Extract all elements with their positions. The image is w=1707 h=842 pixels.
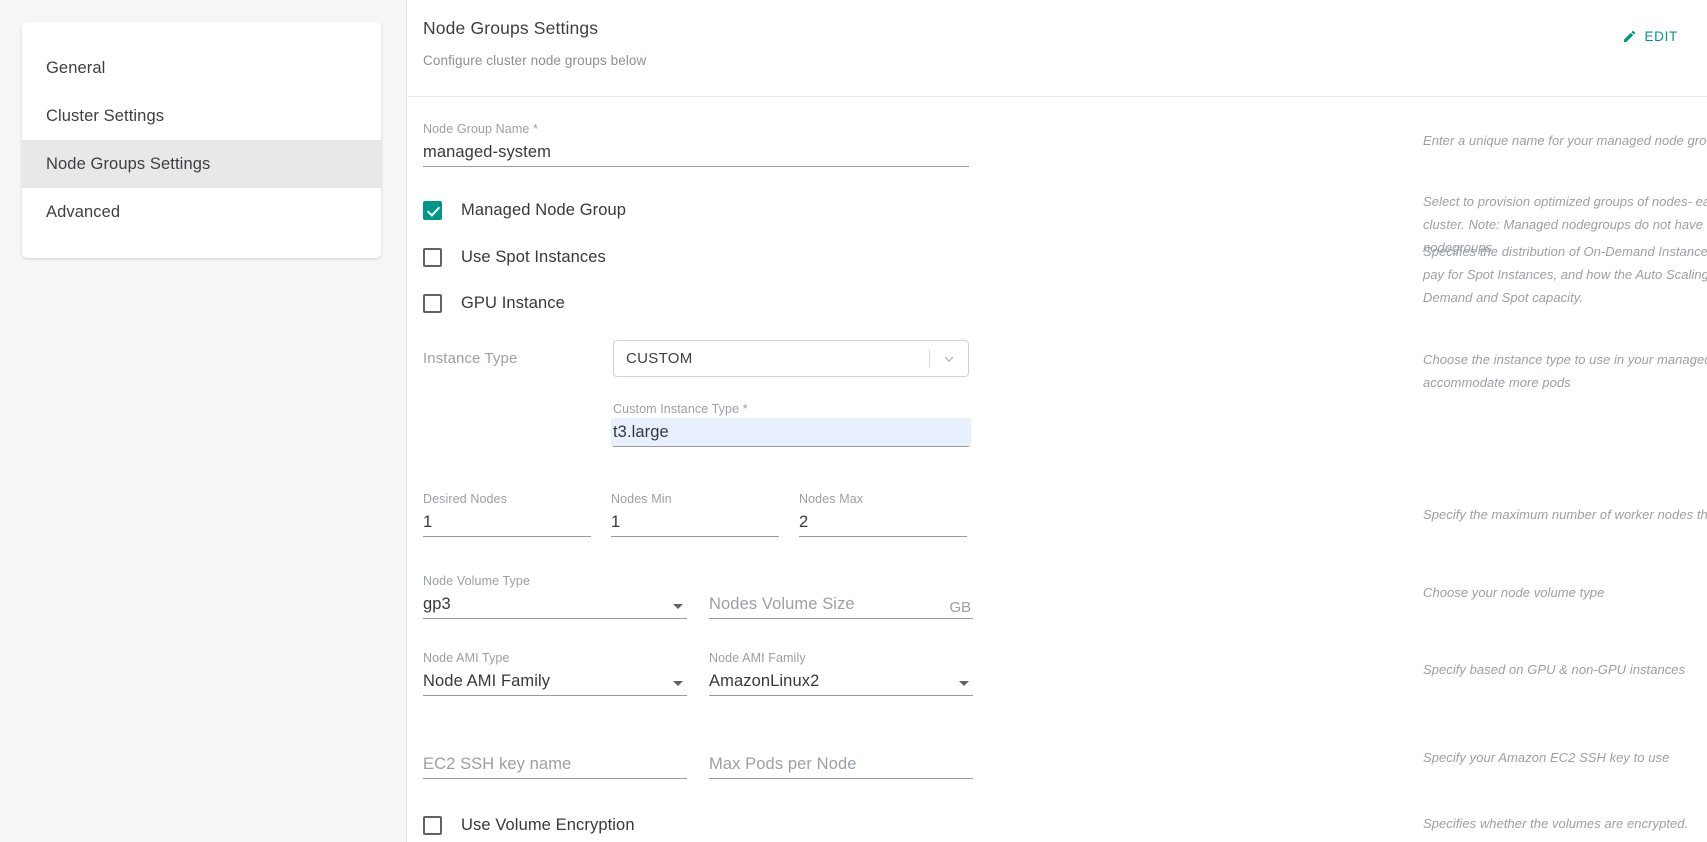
- pencil-icon: [1622, 29, 1637, 44]
- node-group-name-value[interactable]: managed-system: [423, 138, 969, 166]
- instance-type-value: CUSTOM: [626, 350, 693, 367]
- node-group-name-field[interactable]: Node Group Name * managed-system: [423, 107, 969, 167]
- ec2-ssh-key-name-field[interactable]: EC2 SSH key name: [423, 719, 687, 779]
- nodes-volume-size-field[interactable]: Nodes Volume Size GB: [709, 559, 973, 619]
- node-group-name-label: Node Group Name *: [423, 122, 538, 136]
- select-divider: [929, 350, 930, 367]
- use-spot-instances-checkbox-row[interactable]: Use Spot Instances: [423, 245, 1003, 269]
- ec2-ssh-key-name-placeholder[interactable]: EC2 SSH key name: [423, 750, 687, 778]
- node-ami-type-value[interactable]: Node AMI Family: [423, 667, 687, 695]
- row-instance-type: Instance Type CUSTOM Choose the instance…: [423, 340, 1707, 390]
- nodes-max-help: Specify the maximum number of worker nod…: [1423, 507, 1707, 522]
- use-volume-encryption-checkbox[interactable]: [423, 815, 442, 835]
- nodes-max-label: Nodes Max: [799, 492, 864, 506]
- use-spot-instances-label: Use Spot Instances: [461, 247, 606, 266]
- node-group-name-help: Enter a unique name for your managed nod…: [1423, 133, 1707, 148]
- row-use-spot-instances: Use Spot Instances Specifies the distrib…: [423, 244, 1707, 305]
- gpu-instance-checkbox-row[interactable]: GPU Instance: [423, 291, 1003, 315]
- max-pods-per-node-placeholder[interactable]: Max Pods per Node: [709, 750, 973, 778]
- node-ami-family-field[interactable]: Node AMI Family AmazonLinux2: [709, 636, 973, 696]
- caret-down-icon[interactable]: [673, 604, 683, 609]
- managed-node-group-checkbox-row[interactable]: Managed Node Group: [423, 198, 1003, 222]
- node-volume-type-label: Node Volume Type: [423, 574, 530, 588]
- settings-panel: Node Groups Settings Configure cluster n…: [406, 0, 1707, 842]
- sidebar: General Cluster Settings Node Groups Set…: [0, 0, 406, 842]
- caret-down-icon[interactable]: [673, 681, 683, 686]
- node-ami-type-field[interactable]: Node AMI Type Node AMI Family: [423, 636, 687, 696]
- node-ami-family-value[interactable]: AmazonLinux2: [709, 667, 973, 695]
- row-custom-instance-type: Custom Instance Type * t3.large: [423, 387, 1707, 447]
- sidebar-item-label: Cluster Settings: [46, 106, 165, 125]
- row-node-counts: Desired Nodes 1 Nodes Min 1 Nodes Max 2 …: [423, 477, 1707, 537]
- max-pods-per-node-field[interactable]: Max Pods per Node: [709, 719, 973, 779]
- row-gpu-instance: GPU Instance: [423, 291, 1707, 315]
- node-ami-type-help: Specify based on GPU & non-GPU instances: [1423, 662, 1686, 677]
- instance-type-select[interactable]: CUSTOM: [613, 340, 969, 377]
- form-body: Node Group Name * managed-system Enter a…: [407, 107, 1707, 842]
- sidebar-item-label: Node Groups Settings: [46, 154, 211, 173]
- sidebar-item-label: General: [46, 58, 106, 77]
- custom-instance-type-field[interactable]: Custom Instance Type * t3.large: [611, 387, 971, 447]
- sidebar-card: General Cluster Settings Node Groups Set…: [22, 22, 381, 258]
- nodes-min-field[interactable]: Nodes Min 1: [611, 477, 779, 537]
- row-ami: Node AMI Type Node AMI Family Node AMI F…: [423, 636, 1707, 696]
- nodes-min-label: Nodes Min: [611, 492, 672, 506]
- panel-header: Node Groups Settings Configure cluster n…: [407, 0, 1707, 97]
- node-volume-type-help: Choose your node volume type: [1423, 585, 1605, 600]
- nodes-max-field[interactable]: Nodes Max 2: [799, 477, 967, 537]
- chevron-down-icon: [942, 352, 956, 366]
- managed-node-group-label: Managed Node Group: [461, 200, 627, 219]
- sidebar-item-node-groups-settings[interactable]: Node Groups Settings: [22, 140, 381, 188]
- custom-instance-type-value[interactable]: t3.large: [611, 418, 971, 446]
- instance-type-label: Instance Type: [423, 350, 518, 367]
- page-title: Node Groups Settings: [423, 18, 599, 38]
- ec2-ssh-key-name-help: Specify your Amazon EC2 SSH key to use: [1423, 750, 1670, 765]
- edit-button-label: EDIT: [1644, 29, 1678, 44]
- managed-node-group-checkbox[interactable]: [423, 200, 442, 220]
- edit-button[interactable]: EDIT: [1616, 25, 1684, 48]
- sidebar-item-general[interactable]: General: [22, 44, 381, 92]
- use-volume-encryption-label: Use Volume Encryption: [461, 815, 635, 834]
- nodes-volume-size-unit: GB: [949, 599, 971, 616]
- node-ami-family-label: Node AMI Family: [709, 651, 806, 665]
- row-use-volume-encryption: Use Volume Encryption Specifies whether …: [423, 813, 1707, 837]
- nodes-volume-size-placeholder[interactable]: Nodes Volume Size: [709, 590, 973, 618]
- page-subtitle: Configure cluster node groups below: [423, 53, 647, 68]
- node-volume-type-field[interactable]: Node Volume Type gp3: [423, 559, 687, 619]
- use-volume-encryption-help: Specifies whether the volumes are encryp…: [1423, 816, 1689, 831]
- gpu-instance-checkbox[interactable]: [423, 293, 442, 313]
- desired-nodes-value[interactable]: 1: [423, 508, 591, 536]
- gpu-instance-label: GPU Instance: [461, 293, 565, 312]
- use-volume-encryption-checkbox-row[interactable]: Use Volume Encryption: [423, 813, 1003, 837]
- row-ssh-maxpods: EC2 SSH key name Max Pods per Node Speci…: [423, 719, 1707, 779]
- caret-down-icon[interactable]: [959, 681, 969, 686]
- desired-nodes-label: Desired Nodes: [423, 492, 507, 506]
- row-managed-node-group: Managed Node Group Select to provision o…: [423, 194, 1707, 255]
- sidebar-item-cluster-settings[interactable]: Cluster Settings: [22, 92, 381, 140]
- row-node-group-name: Node Group Name * managed-system Enter a…: [423, 107, 1707, 167]
- app-root: General Cluster Settings Node Groups Set…: [0, 0, 1707, 842]
- nodes-max-value[interactable]: 2: [799, 508, 967, 536]
- custom-instance-type-label: Custom Instance Type *: [613, 402, 748, 416]
- sidebar-item-advanced[interactable]: Advanced: [22, 188, 381, 236]
- node-ami-type-label: Node AMI Type: [423, 651, 510, 665]
- desired-nodes-field[interactable]: Desired Nodes 1: [423, 477, 591, 537]
- node-volume-type-value[interactable]: gp3: [423, 590, 687, 618]
- sidebar-item-label: Advanced: [46, 202, 121, 221]
- nodes-min-value[interactable]: 1: [611, 508, 779, 536]
- row-volume: Node Volume Type gp3 Nodes Volume Size G…: [423, 559, 1707, 619]
- use-spot-instances-checkbox[interactable]: [423, 247, 442, 267]
